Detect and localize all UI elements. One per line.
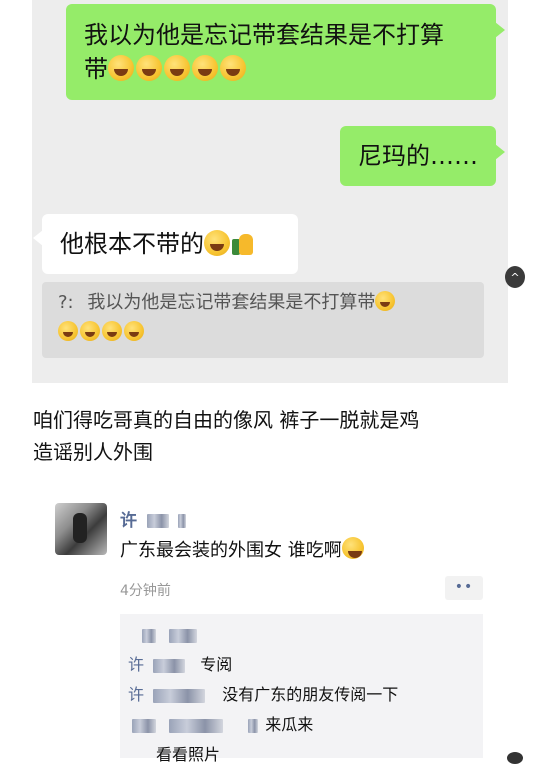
laugh-cry-icon: [108, 55, 134, 81]
comment-item[interactable]: 来瓜来: [128, 710, 483, 740]
comment-text: 没有广东的朋友传阅一下: [222, 685, 399, 704]
message-text-line2: 带: [84, 52, 496, 86]
blurred-text: [248, 718, 259, 733]
received-message[interactable]: 他根本不带的: [33, 214, 298, 274]
avatar[interactable]: [55, 503, 107, 555]
caption-line2: 造谣别人外围: [33, 440, 153, 464]
laugh-cry-icon: [220, 55, 246, 81]
laugh-cry-icon: [375, 291, 396, 311]
blurred-text: [153, 658, 186, 673]
quote-text: 我以为他是忘记带套结果是不打算带: [87, 292, 376, 313]
laugh-cry-icon: [192, 55, 218, 81]
sent-message-2[interactable]: 尼玛的……: [340, 126, 505, 186]
comment-text: 专阅: [200, 655, 233, 674]
comment-text: 来瓜来: [265, 715, 314, 734]
blurred-text: [169, 628, 198, 643]
comment-item[interactable]: 看看照片: [128, 740, 483, 770]
message-text-line1: 我以为他是忘记带套结果是不打算: [84, 21, 444, 49]
laugh-cry-icon: [102, 321, 122, 341]
laugh-cry-icon: [124, 321, 144, 341]
moments-post: 许 广东最会装的外围女 谁吃啊 4分钟前 •• 许 专阅 许 没有广东的朋友传阅…: [55, 503, 495, 764]
nickname[interactable]: 许: [120, 506, 186, 531]
blurred-text: [142, 628, 156, 643]
blurred-text: [177, 514, 186, 528]
caption-line1: 咱们得吃哥真的自由的像风 裤子一脱就是鸡: [33, 408, 420, 432]
floating-button-icon[interactable]: [507, 752, 523, 764]
message-text: 他根本不带的: [60, 230, 204, 258]
laugh-cry-icon: [58, 321, 78, 341]
sent-message-1[interactable]: 我以为他是忘记带套结果是不打算 带: [66, 4, 505, 100]
scroll-up-icon[interactable]: ^: [505, 266, 525, 288]
message-text: 尼玛的……: [358, 142, 478, 170]
laugh-cry-icon: [341, 537, 364, 559]
comment-section: 许 专阅 许 没有广东的朋友传阅一下 来瓜来 看看照片: [120, 614, 483, 764]
comment-item[interactable]: 许 没有广东的朋友传阅一下: [128, 680, 483, 710]
comment-header: [128, 620, 483, 650]
post-text-content: 广东最会装的外围女 谁吃啊: [120, 540, 342, 561]
blurred-text: [169, 718, 224, 733]
quote-line2: [58, 320, 470, 346]
message-text: 带: [84, 55, 108, 83]
laugh-cry-icon: [136, 55, 162, 81]
quoted-message[interactable]: ?: 我以为他是忘记带套结果是不打算带: [42, 282, 484, 358]
comment-item[interactable]: 许 专阅: [128, 650, 483, 680]
post-text: 广东最会装的外围女 谁吃啊: [120, 537, 366, 564]
nickname-text: 许: [120, 511, 137, 531]
comment-author[interactable]: 许: [128, 685, 144, 704]
comment-text: 看看照片: [156, 745, 221, 764]
blurred-text: [132, 718, 156, 733]
laugh-cry-icon: [80, 321, 100, 341]
blurred-text: [153, 688, 206, 703]
laugh-cry-icon: [164, 55, 190, 81]
post-time: 4分钟前: [120, 583, 171, 599]
quote-line1: ?: 我以为他是忘记带套结果是不打算带: [58, 290, 470, 316]
laugh-cry-icon: [204, 230, 230, 256]
post-caption: 咱们得吃哥真的自由的像风 裤子一脱就是鸡 造谣别人外围: [33, 404, 493, 468]
comment-author[interactable]: 许: [128, 655, 144, 674]
blurred-text: [146, 514, 169, 528]
thumbs-up-icon: [232, 230, 254, 256]
quote-prefix: ?:: [58, 292, 74, 313]
more-options-button[interactable]: ••: [445, 576, 483, 600]
